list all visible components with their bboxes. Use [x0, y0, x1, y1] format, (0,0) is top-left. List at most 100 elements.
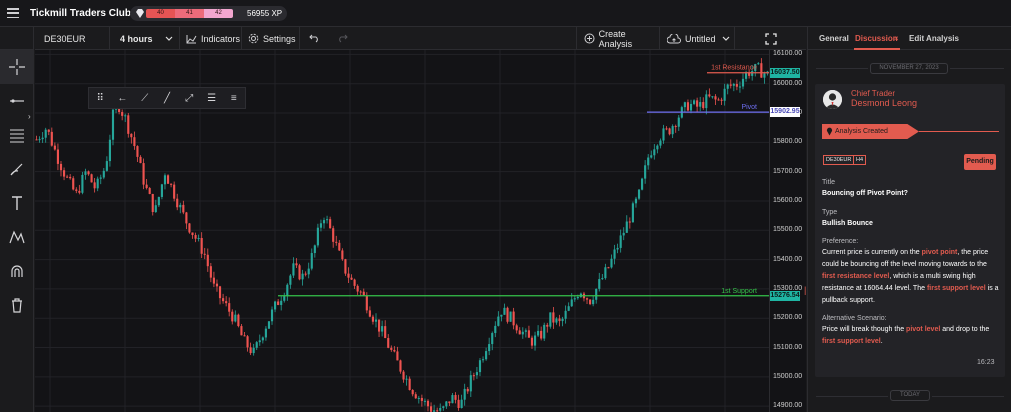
candle-body: [641, 178, 644, 190]
text-segment: Current price is currently on the: [822, 249, 922, 256]
title-label: Title: [822, 179, 835, 186]
candle-body: [124, 115, 127, 117]
price-tick-label: 15500.00: [773, 226, 803, 234]
candle-body: [472, 375, 475, 377]
pivot-point-link[interactable]: pivot point: [922, 249, 958, 256]
candle-body: [469, 375, 472, 392]
drag-handle-icon[interactable]: ⠿: [89, 93, 111, 104]
candle-body: [87, 171, 90, 175]
tab-general[interactable]: General: [819, 34, 849, 43]
candle-body: [677, 117, 680, 127]
crosshair-tool-button[interactable]: [0, 50, 34, 84]
candle-body: [509, 311, 512, 322]
magnet-tool-button[interactable]: [0, 254, 34, 288]
date-separator: NOVEMBER 27, 2023: [870, 63, 948, 74]
candle-body: [197, 237, 200, 239]
candle-body: [215, 283, 219, 287]
extended-line-icon[interactable]: ⤢: [178, 93, 200, 104]
arrow-left-icon[interactable]: ←: [111, 93, 133, 104]
redo-button[interactable]: [328, 27, 356, 50]
event-line: [919, 131, 999, 132]
candle-body: [653, 149, 656, 156]
first-support-link[interactable]: first support level: [927, 285, 986, 292]
candle-body: [267, 321, 271, 329]
candle-body: [460, 399, 463, 408]
candle-body: [610, 258, 613, 268]
candle-body: [622, 232, 625, 236]
trend-line-icon[interactable]: ╱: [156, 93, 178, 104]
candle-body: [717, 99, 720, 101]
candle-body: [702, 102, 705, 109]
tab-edit-analysis[interactable]: Edit Analysis: [909, 34, 959, 43]
candle-body: [341, 250, 344, 260]
delete-drawings-button[interactable]: [0, 288, 34, 322]
drawing-toolbar: ⠿ ← ⟋ ╱ ⤢ ☰ ≡: [88, 87, 246, 109]
menu-icon[interactable]: [7, 8, 19, 18]
tab-discussion[interactable]: Discussion: [855, 34, 898, 43]
candle-body: [567, 306, 570, 311]
text-tool-button[interactable]: [0, 186, 34, 220]
candle-body: [176, 198, 179, 208]
candle-body: [332, 228, 335, 242]
candle-body: [604, 267, 607, 279]
pattern-tool-button[interactable]: [0, 220, 34, 254]
close-tab-icon[interactable]: ×: [894, 34, 899, 43]
price-axis[interactable]: 16100.0016000.0015900.0015800.0015700.00…: [769, 50, 806, 412]
candle-body: [735, 84, 738, 87]
candle-body: [662, 128, 665, 141]
candle-body: [212, 277, 215, 284]
channel-icon[interactable]: ≡: [223, 93, 245, 104]
line-tool-button[interactable]: [0, 84, 34, 118]
candle-body: [656, 145, 659, 150]
settings-button[interactable]: Settings: [242, 27, 300, 50]
magnet-icon: [11, 265, 23, 277]
candle-body: [258, 340, 261, 343]
indicators-icon: [186, 34, 197, 43]
candle-body: [595, 288, 598, 300]
candle-body: [322, 220, 326, 224]
candle-body: [426, 400, 430, 407]
candle-body: [78, 190, 81, 193]
fib-retracement-icon[interactable]: ☰: [200, 93, 222, 104]
candle-body: [142, 163, 145, 185]
candle-body: [524, 330, 527, 332]
brush-tool-button[interactable]: [0, 152, 34, 186]
plus-circle-icon: [584, 33, 595, 44]
xp-level-40: 40: [146, 9, 175, 18]
candle-body: [310, 253, 313, 269]
indicators-button[interactable]: Indicators: [180, 27, 242, 50]
price-tick-label: 15100.00: [773, 343, 803, 351]
price-badge: 15276.54: [770, 290, 800, 301]
candle-body: [598, 279, 601, 289]
candle-body: [353, 279, 356, 286]
message-time: 16:23: [977, 359, 995, 366]
candle-body: [625, 221, 628, 233]
first-support-link[interactable]: first support level: [822, 338, 881, 345]
symbol-selector[interactable]: DE30EUR: [35, 27, 110, 50]
pattern-icon: [9, 230, 25, 244]
fullscreen-button[interactable]: [735, 27, 806, 50]
candle-body: [59, 163, 63, 171]
layout-selector[interactable]: Untitled: [660, 27, 735, 50]
create-analysis-button[interactable]: Create Analysis: [576, 27, 660, 50]
candle-body: [760, 63, 763, 78]
candle-body: [457, 399, 460, 408]
candle-body: [720, 99, 723, 101]
ray-icon[interactable]: ⟋: [134, 93, 156, 104]
price-badge: 15902.95: [770, 107, 800, 118]
timeframe-selector[interactable]: 4 hours: [110, 27, 180, 50]
alternative-label: Alternative Scenario:: [822, 315, 887, 322]
price-tick-label: 16000.00: [773, 79, 803, 87]
app-title: Tickmill Traders Club: [30, 8, 131, 19]
first-resistance-link[interactable]: first resistance level: [822, 273, 889, 280]
candle-body: [136, 146, 139, 157]
pivot-level-link[interactable]: pivot level: [906, 326, 940, 333]
fib-tool-button[interactable]: [0, 118, 34, 152]
candle-body: [390, 347, 393, 350]
candle-body: [634, 198, 638, 204]
candle-body: [601, 278, 604, 280]
candle-body: [356, 285, 359, 292]
undo-button[interactable]: [300, 27, 328, 50]
text-segment: .: [880, 338, 883, 345]
candle-body: [307, 268, 310, 275]
